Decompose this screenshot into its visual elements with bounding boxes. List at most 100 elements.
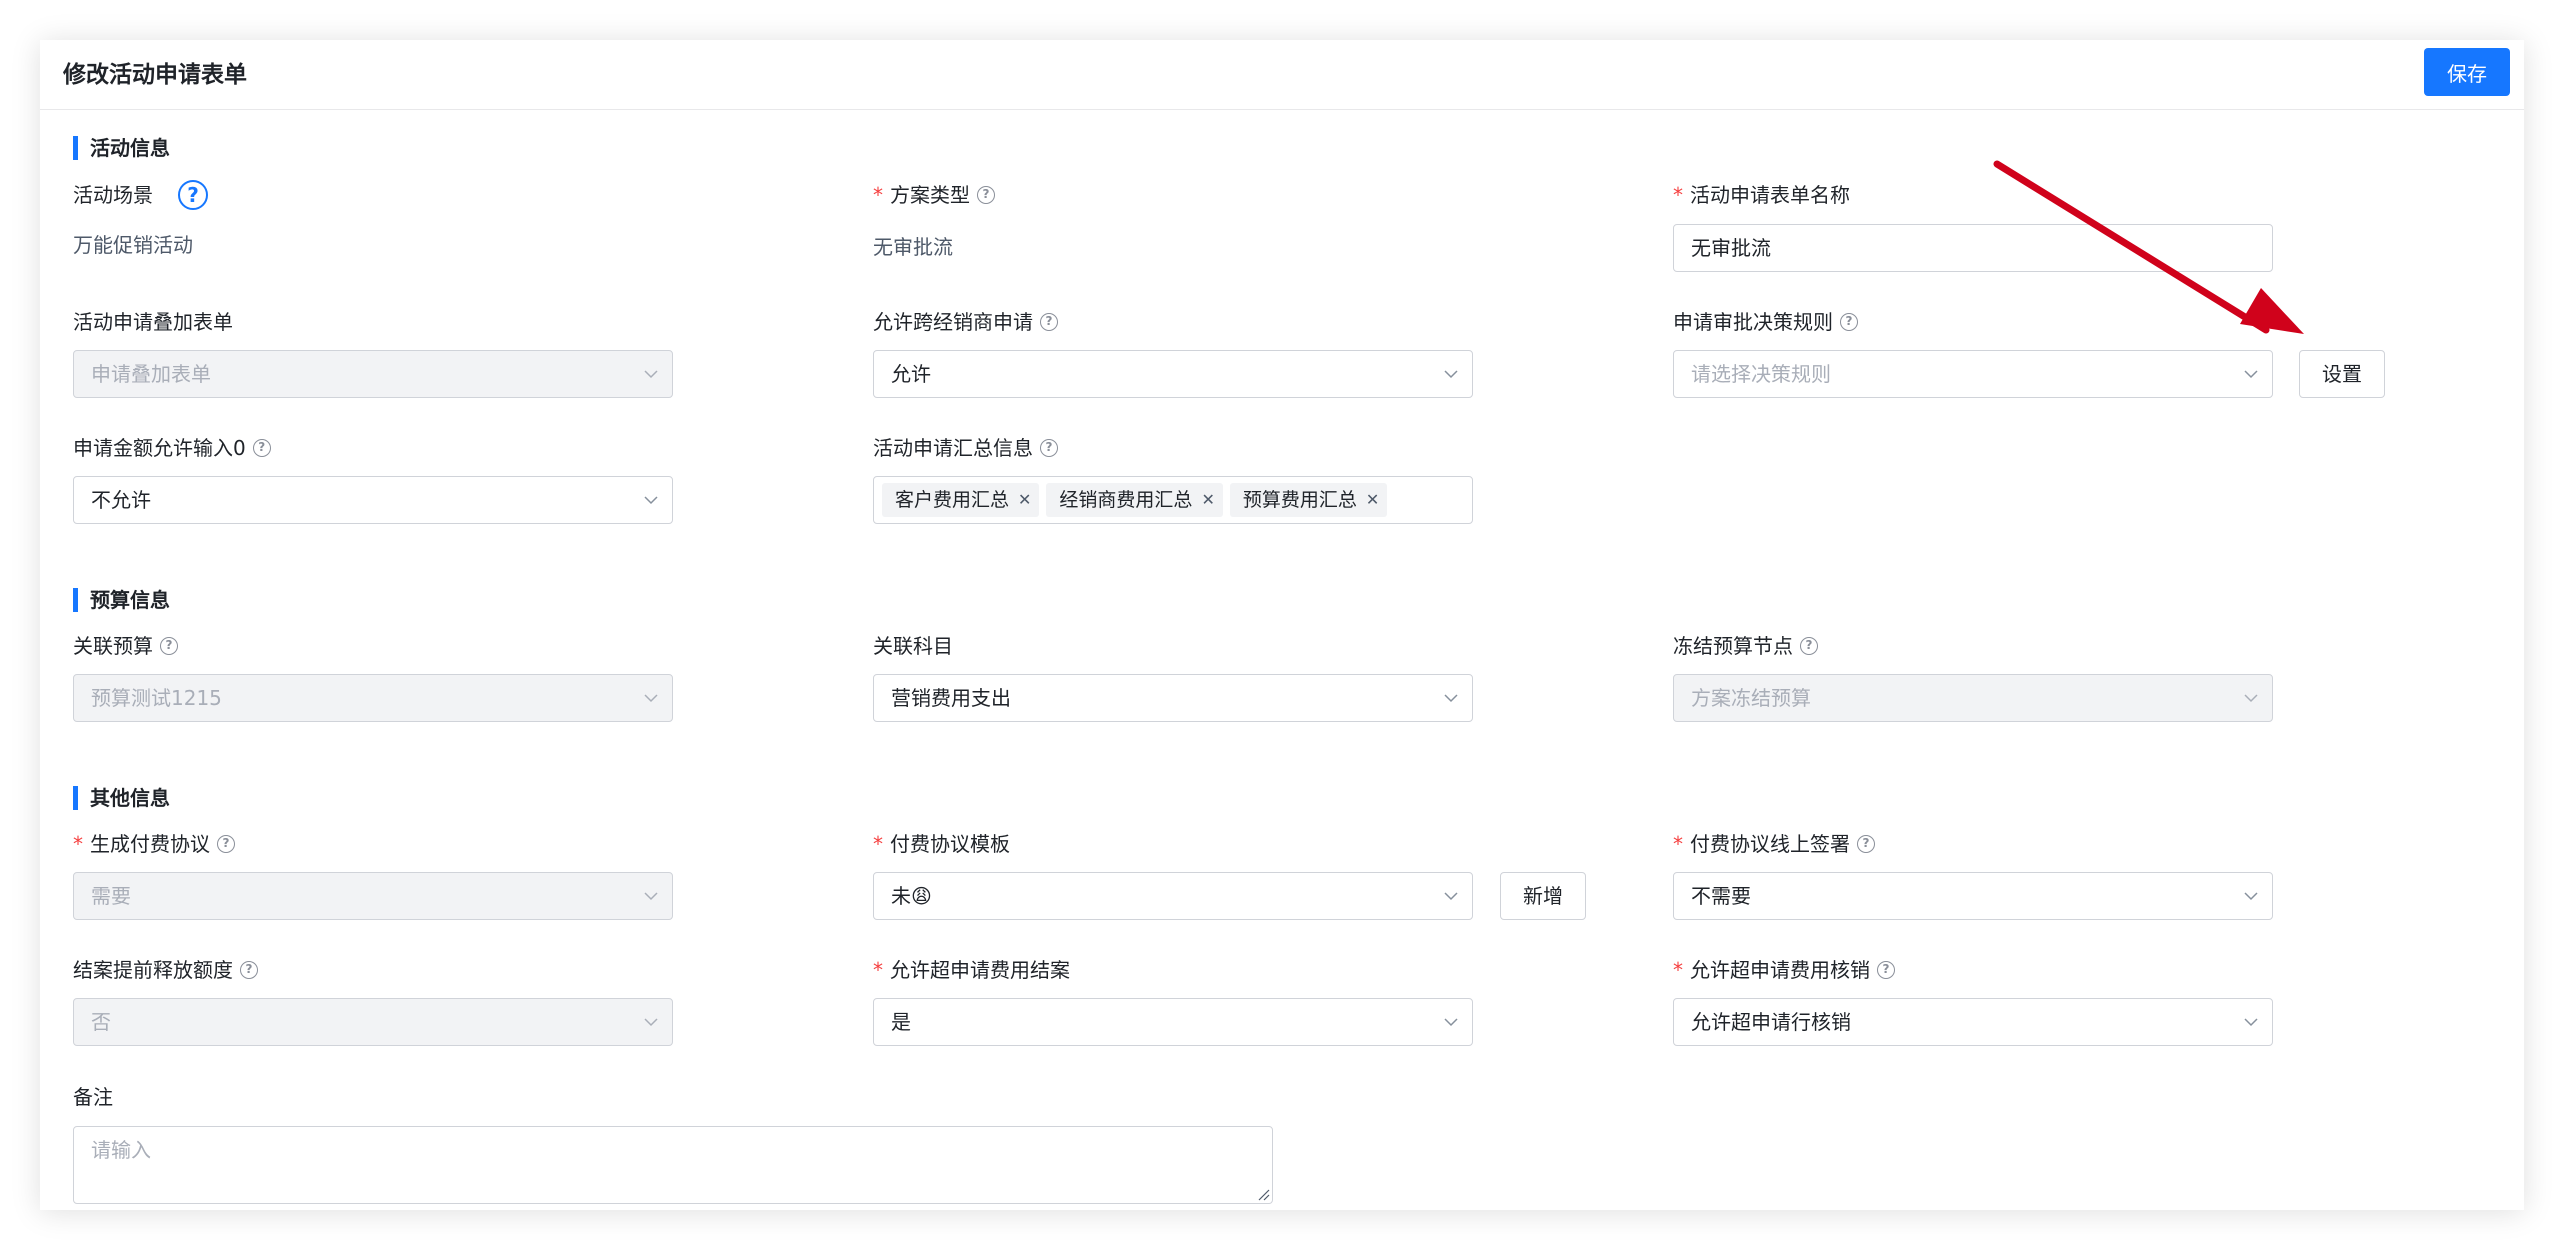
save-button[interactable]: 保存 bbox=[2424, 48, 2510, 96]
over-verify-select[interactable]: 允许超申请行核销 bbox=[1673, 998, 2273, 1046]
chevron-down-icon bbox=[644, 496, 658, 505]
required-mark: * bbox=[1673, 832, 1683, 856]
linked-budget-select[interactable]: 预算测试1215 bbox=[73, 674, 673, 722]
freeze-node-select[interactable]: 方案冻结预算 bbox=[1673, 674, 2273, 722]
online-sign-select[interactable]: 不需要 bbox=[1673, 872, 2273, 920]
over-verify-label: * 允许超申请费用核销 ? bbox=[1673, 957, 1895, 983]
chevron-down-icon bbox=[1444, 694, 1458, 703]
section-title-budget: 预算信息 bbox=[73, 588, 170, 612]
chevron-down-icon bbox=[644, 694, 658, 703]
help-icon[interactable]: ? bbox=[1840, 313, 1858, 331]
overlay-form-label: 活动申请叠加表单 bbox=[73, 309, 233, 335]
linked-budget-label: 关联预算 ? bbox=[73, 633, 178, 659]
question-circle-icon[interactable]: ? bbox=[178, 180, 208, 210]
help-icon[interactable]: ? bbox=[252, 439, 271, 457]
linked-subject-value: 营销费用支出 bbox=[891, 686, 1011, 710]
summary-tag: 客户费用汇总 ✕ bbox=[882, 483, 1040, 517]
remark-placeholder: 请输入 bbox=[91, 1138, 151, 1162]
form-name-input[interactable]: 无审批流 bbox=[1673, 224, 2273, 272]
remark-textarea[interactable]: 请输入 bbox=[73, 1126, 1273, 1204]
over-settle-select[interactable]: 是 bbox=[873, 998, 1473, 1046]
help-icon[interactable]: ? bbox=[160, 637, 178, 655]
linked-budget-value: 预算测试1215 bbox=[91, 686, 222, 710]
gen-agreement-value: 需要 bbox=[91, 884, 131, 908]
overlay-form-select[interactable]: 申请叠加表单 bbox=[73, 350, 673, 398]
chevron-down-icon bbox=[2244, 1018, 2258, 1027]
chevron-down-icon bbox=[1444, 370, 1458, 379]
plan-type-label: * 方案类型 ? bbox=[873, 182, 995, 208]
help-icon[interactable]: ? bbox=[1040, 313, 1058, 331]
cross-dealer-label: 允许跨经销商申请 ? bbox=[873, 309, 1058, 335]
help-icon[interactable]: ? bbox=[1800, 637, 1818, 655]
chevron-down-icon bbox=[1444, 892, 1458, 901]
agreement-template-label: * 付费协议模板 bbox=[873, 831, 1010, 857]
freeze-node-label-text: 冻结预算节点 bbox=[1673, 634, 1793, 658]
zero-amount-label: 申请金额允许输入0 ? bbox=[73, 435, 271, 461]
overlay-form-label-text: 活动申请叠加表单 bbox=[73, 310, 233, 334]
online-sign-label: * 付费协议线上签署 ? bbox=[1673, 831, 1875, 857]
help-icon[interactable]: ? bbox=[1040, 439, 1058, 457]
zero-amount-value: 不允许 bbox=[91, 488, 151, 512]
help-icon[interactable]: ? bbox=[977, 186, 995, 204]
early-release-label-text: 结案提前释放额度 bbox=[73, 958, 233, 982]
chevron-down-icon bbox=[1444, 1018, 1458, 1027]
over-settle-value: 是 bbox=[891, 1010, 911, 1034]
close-icon[interactable]: ✕ bbox=[1018, 483, 1031, 517]
help-icon[interactable]: ? bbox=[1857, 835, 1875, 853]
early-release-select[interactable]: 否 bbox=[73, 998, 673, 1046]
scene-label-text: 活动场景 bbox=[73, 183, 153, 207]
required-mark: * bbox=[873, 183, 883, 207]
cross-dealer-value: 允许 bbox=[891, 362, 931, 386]
required-mark: * bbox=[73, 832, 83, 856]
gen-agreement-label-text: 生成付费协议 bbox=[90, 832, 210, 856]
summary-tag: 经销商费用汇总 ✕ bbox=[1046, 483, 1223, 517]
form-name-label-text: 活动申请表单名称 bbox=[1690, 183, 1850, 207]
freeze-node-value: 方案冻结预算 bbox=[1691, 686, 1811, 710]
overlay-form-placeholder: 申请叠加表单 bbox=[91, 362, 211, 386]
linked-subject-select[interactable]: 营销费用支出 bbox=[873, 674, 1473, 722]
scene-label: 活动场景 ? bbox=[73, 180, 208, 210]
summary-info-label-text: 活动申请汇总信息 bbox=[873, 436, 1033, 460]
page-title: 修改活动申请表单 bbox=[63, 62, 247, 88]
gen-agreement-label: * 生成付费协议 ? bbox=[73, 831, 235, 857]
summary-info-multiselect[interactable]: 客户费用汇总 ✕ 经销商费用汇总 ✕ 预算费用汇总 ✕ bbox=[873, 476, 1473, 524]
summary-tags: 客户费用汇总 ✕ 经销商费用汇总 ✕ 预算费用汇总 ✕ bbox=[882, 483, 1388, 517]
chevron-down-icon bbox=[644, 892, 658, 901]
decision-rule-select[interactable]: 请选择决策规则 bbox=[1673, 350, 2273, 398]
agreement-template-select[interactable]: 未😩 bbox=[873, 872, 1473, 920]
cross-dealer-label-text: 允许跨经销商申请 bbox=[873, 310, 1033, 334]
gen-agreement-select[interactable]: 需要 bbox=[73, 872, 673, 920]
scene-value: 万能促销活动 bbox=[73, 233, 193, 257]
chevron-down-icon bbox=[2244, 370, 2258, 379]
required-mark: * bbox=[873, 832, 883, 856]
tag-label: 经销商费用汇总 bbox=[1059, 489, 1193, 511]
card-header: 修改活动申请表单 保存 bbox=[40, 40, 2524, 110]
zero-amount-select[interactable]: 不允许 bbox=[73, 476, 673, 524]
linked-budget-label-text: 关联预算 bbox=[73, 634, 153, 658]
form-name-label: * 活动申请表单名称 bbox=[1673, 182, 1850, 208]
resize-handle-icon[interactable] bbox=[1256, 1187, 1270, 1201]
over-settle-label-text: 允许超申请费用结案 bbox=[890, 958, 1070, 982]
close-icon[interactable]: ✕ bbox=[1366, 483, 1379, 517]
chevron-down-icon bbox=[644, 370, 658, 379]
linked-subject-label-text: 关联科目 bbox=[873, 634, 953, 658]
chevron-down-icon bbox=[2244, 694, 2258, 703]
add-template-button[interactable]: 新增 bbox=[1500, 872, 1586, 920]
help-icon[interactable]: ? bbox=[240, 961, 258, 979]
cross-dealer-select[interactable]: 允许 bbox=[873, 350, 1473, 398]
plan-type-label-text: 方案类型 bbox=[890, 183, 970, 207]
close-icon[interactable]: ✕ bbox=[1201, 483, 1214, 517]
over-verify-label-text: 允许超申请费用核销 bbox=[1690, 958, 1870, 982]
tag-label: 客户费用汇总 bbox=[895, 489, 1010, 511]
online-sign-value: 不需要 bbox=[1691, 884, 1751, 908]
help-icon[interactable]: ? bbox=[1877, 961, 1895, 979]
early-release-label: 结案提前释放额度 ? bbox=[73, 957, 258, 983]
decision-rule-settings-button[interactable]: 设置 bbox=[2299, 350, 2385, 398]
section-title-other: 其他信息 bbox=[73, 786, 170, 810]
form-card: 修改活动申请表单 保存 活动信息 活动场景 ? 万能促销活动 * 方案类型 ? … bbox=[40, 40, 2524, 1210]
required-mark: * bbox=[1673, 958, 1683, 982]
online-sign-label-text: 付费协议线上签署 bbox=[1690, 832, 1850, 856]
decision-rule-placeholder: 请选择决策规则 bbox=[1691, 362, 1831, 386]
plan-type-value: 无审批流 bbox=[873, 235, 953, 259]
help-icon[interactable]: ? bbox=[217, 835, 235, 853]
